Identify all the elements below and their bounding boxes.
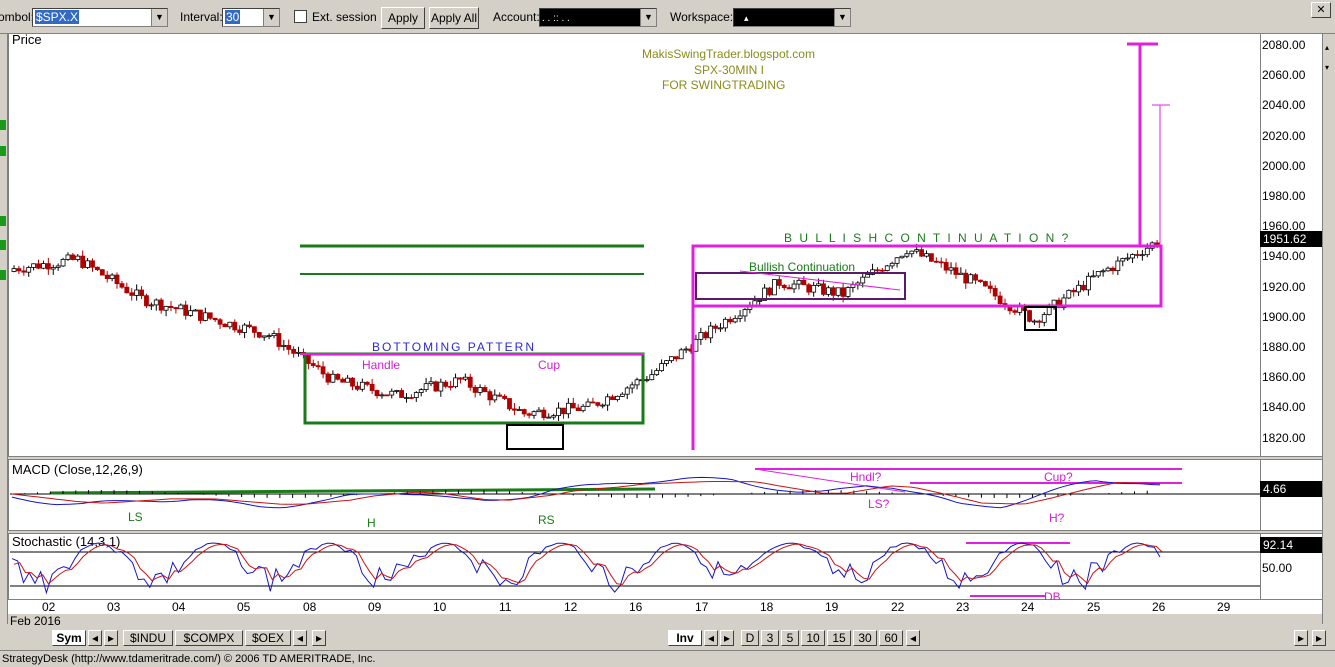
interval-tab-30[interactable]: 30 [853, 630, 877, 646]
arrow-down-icon[interactable]: ▾ [1325, 64, 1333, 72]
x-tick-label: 23 [956, 600, 970, 614]
x-tick-label: 09 [368, 600, 382, 614]
x-tick-label: 08 [303, 600, 317, 614]
interval-combo[interactable]: 30 ▼ [222, 8, 280, 27]
month-label: Feb 2016 [10, 614, 61, 628]
stochastic-value-tag: 92.14 [1260, 537, 1322, 553]
x-tick-label: 26 [1152, 600, 1166, 614]
apply-all-button[interactable]: Apply All [429, 7, 479, 29]
interval-tab-60[interactable]: 60 [879, 630, 903, 646]
x-tick-label: 12 [564, 600, 578, 614]
x-tick-label: 05 [237, 600, 251, 614]
status-bar: StrategyDesk (http://www.tdameritrade.co… [0, 650, 1335, 667]
symbol-label: ombol: [0, 10, 35, 24]
strategydesk-window: ombol: $SPX.X ▼ Interval: 30 ▼ Ext. sess… [0, 0, 1335, 667]
scroll-right-icon[interactable]: ▸ [312, 630, 326, 646]
interval-tab-5[interactable]: 5 [781, 630, 799, 646]
x-tick-label: 17 [695, 600, 709, 614]
price-y-tick: 2080.00 [1262, 38, 1306, 52]
account-value: . . :: . . [542, 13, 570, 24]
workspace-value: ▴ [744, 13, 749, 23]
x-tick-label: 11 [499, 600, 512, 614]
x-tick-label: 24 [1021, 600, 1035, 614]
stochastic-level-label: 50.00 [1262, 561, 1293, 575]
prev-arrow-icon[interactable]: ◂ [88, 630, 102, 646]
symbol-tab-oex[interactable]: $OEX [245, 630, 291, 646]
price-y-tick: 1920.00 [1262, 279, 1306, 294]
bottom-tab-bar: Sym ◂ ▸ $INDU $COMPX $OEX ◂ ▸ Inv ◂ ▸ D … [0, 628, 1335, 648]
price-y-tick: 1880.00 [1262, 340, 1306, 354]
scroll-left-icon[interactable]: ◂ [906, 630, 920, 646]
symbol-value: $SPX.X [35, 10, 80, 24]
scroll-end-icon[interactable]: ▸ [1312, 630, 1326, 646]
symbol-tab-compx[interactable]: $COMPX [175, 630, 243, 646]
price-y-tick: 1820.00 [1262, 430, 1306, 445]
price-y-tick: 2060.00 [1262, 68, 1306, 83]
price-panel[interactable]: Price [8, 32, 1322, 457]
marker-icon[interactable] [0, 240, 6, 250]
x-tick-label: 19 [825, 600, 839, 614]
marker-icon[interactable] [0, 216, 6, 226]
right-scrollbar[interactable]: ▴ ▾ [1322, 34, 1335, 624]
x-tick-label: 02 [42, 600, 56, 614]
price-y-tick: 2040.00 [1262, 98, 1306, 113]
marker-icon[interactable] [0, 120, 6, 130]
x-tick-label: 25 [1087, 600, 1101, 614]
price-y-tick: 1840.00 [1262, 400, 1306, 415]
price-y-tick: 2020.00 [1262, 128, 1306, 143]
interval-tab-15[interactable]: 15 [827, 630, 851, 646]
chart-toolbar: ombol: $SPX.X ▼ Interval: 30 ▼ Ext. sess… [0, 0, 1335, 34]
marker-icon[interactable] [0, 270, 6, 280]
last-price-tag: 1951.62 [1260, 231, 1322, 247]
interval-tab-3[interactable]: 3 [761, 630, 779, 646]
macd-panel-title: MACD (Close,12,26,9) [12, 462, 143, 477]
x-tick-label: 29 [1217, 600, 1231, 614]
ext-session-checkbox[interactable] [294, 10, 307, 23]
symbol-combo[interactable]: $SPX.X ▼ [32, 8, 168, 27]
price-y-tick: 1940.00 [1262, 249, 1306, 264]
x-tick-label: 22 [891, 600, 905, 614]
interval-label: Interval: [180, 10, 223, 24]
macd-value-tag: 4.66 [1260, 481, 1322, 497]
x-tick-label: 10 [433, 600, 447, 614]
next-arrow-icon[interactable]: ▸ [104, 630, 118, 646]
price-y-tick: 2000.00 [1262, 158, 1306, 173]
price-y-tick: 1900.00 [1262, 309, 1306, 324]
apply-button[interactable]: Apply [381, 7, 425, 29]
time-axis: 02 03 04 05 08 09 10 11 12 16 17 18 19 22 23 24 25 26 29 [8, 600, 1322, 614]
interval-tab-10[interactable]: 10 [801, 630, 825, 646]
scroll-right-icon[interactable]: ▸ [1294, 630, 1308, 646]
x-tick-label: 03 [107, 600, 121, 614]
stochastic-panel[interactable]: Stochastic (14,3,1) [8, 533, 1322, 600]
chevron-down-icon[interactable]: ▼ [640, 9, 656, 26]
scroll-left-icon[interactable]: ◂ [293, 630, 307, 646]
workspace-combo[interactable]: ▴ ▼ [733, 8, 851, 27]
interval-value: 30 [225, 10, 241, 24]
close-icon[interactable]: ✕ [1311, 2, 1331, 18]
chevron-down-icon[interactable]: ▼ [834, 9, 850, 26]
x-tick-label: 16 [629, 600, 643, 614]
price-y-tick: 1980.00 [1262, 189, 1306, 203]
x-tick-label: 04 [172, 600, 186, 614]
stochastic-panel-title: Stochastic (14,3,1) [12, 534, 121, 549]
x-tick-label: 18 [760, 600, 774, 614]
prev-arrow-icon[interactable]: ◂ [704, 630, 718, 646]
workspace-label: Workspace: [670, 10, 734, 24]
next-arrow-icon[interactable]: ▸ [720, 630, 734, 646]
price-y-tick: 1860.00 [1262, 370, 1306, 385]
chevron-down-icon[interactable]: ▼ [151, 9, 167, 26]
sym-tab[interactable]: Sym [52, 630, 86, 646]
symbol-tab-indu[interactable]: $INDU [123, 630, 173, 646]
inv-tab[interactable]: Inv [668, 630, 702, 646]
interval-tab-d[interactable]: D [741, 630, 759, 646]
arrow-up-icon[interactable]: ▴ [1325, 44, 1333, 52]
price-panel-title: Price [12, 32, 42, 47]
ext-session-label: Ext. session [312, 10, 377, 24]
chevron-down-icon[interactable]: ▼ [263, 9, 279, 26]
macd-panel[interactable]: MACD (Close,12,26,9) [8, 459, 1322, 531]
account-combo[interactable]: . . :: . . ▼ [539, 8, 657, 27]
marker-icon[interactable] [0, 146, 6, 156]
account-label: Account: [493, 10, 540, 24]
left-drawing-strip [0, 34, 8, 624]
